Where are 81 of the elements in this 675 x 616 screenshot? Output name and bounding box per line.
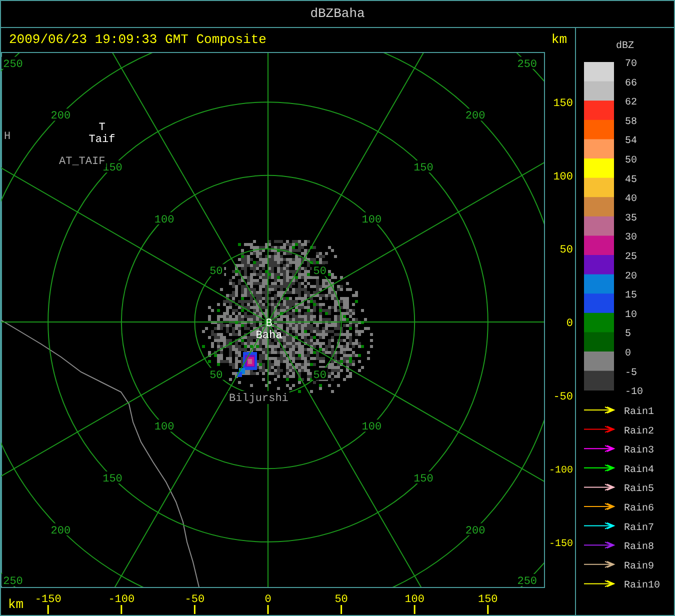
scale-label: -5 [625,368,638,379]
track-label: Rain2 [624,426,654,438]
axis-tick-label: 0 [264,594,272,606]
track-label: Rain6 [624,504,654,514]
site-marker: T [98,122,106,134]
track-label: Rain10 [624,580,660,592]
axis-tick-label: 150 [478,594,498,606]
site-name: Baha [256,330,282,342]
range-label: 100 [362,214,382,226]
range-label: 150 [414,474,434,486]
place-label: H [4,131,11,143]
axis-tick-label: -50 [184,594,205,606]
range-label: 250 [3,58,23,71]
axis-tick-label: 100 [404,594,424,606]
range-label: 200 [465,110,486,123]
scale-label: 58 [625,116,638,128]
scale-label: 10 [625,310,638,321]
track-label: Rain5 [624,484,654,496]
axis-tick [487,605,489,614]
axis-tick-label: 100 [553,171,573,184]
window-title: dBZBaha [310,5,365,24]
track-label: Rain1 [624,407,654,418]
range-label: 50 [210,266,223,278]
range-label: 150 [102,162,122,174]
site-name: Taif [88,134,116,146]
scale-label: 0 [625,348,632,360]
scale-label: 20 [625,271,638,282]
scale-label: 15 [625,290,638,302]
scale-label: 35 [625,213,638,224]
scale-label: 54 [625,136,638,148]
scale-label: 30 [625,232,638,244]
axis-tick-label: 50 [560,244,573,257]
axis-tick-label: -150 [34,594,62,606]
range-label: 50 [313,370,326,382]
range-label: 50 [210,370,223,382]
place-label: Biljurshi [229,393,288,405]
track-label: Rain3 [624,446,654,457]
range-label: 50 [313,266,326,278]
unit-label: km [551,31,567,50]
axis-tick [414,605,416,614]
track-label: Rain8 [624,542,654,554]
timestamp: 2009/06/23 19:09:33 GMT Composite [9,31,266,50]
range-label: 250 [517,58,538,71]
range-label: 150 [102,474,122,486]
axis-tick-label: -50 [553,391,573,404]
scale-label: 50 [625,156,638,166]
scale-label: 70 [625,59,638,70]
range-label: 100 [362,422,382,434]
range-label: 100 [154,214,174,226]
track-label: Rain9 [624,561,654,572]
axis-tick [120,605,122,614]
axis-tick [194,605,196,614]
track-label: Rain7 [624,522,654,534]
scale-label: -10 [625,387,644,398]
track-label: Rain4 [624,464,654,476]
axis-tick-label: 150 [553,98,573,110]
range-label: 200 [465,525,486,538]
axis-tick [47,605,49,614]
place-label: AT_TAIF [59,156,106,168]
axis-tick-label: -100 [548,466,573,477]
axis-tick [340,605,342,614]
range-label: 250 [3,576,23,588]
scale-label: 25 [625,252,638,263]
site-marker: B [266,318,272,330]
scale-label: 40 [625,194,638,206]
legend-title: dBZ [616,41,634,52]
range-label: 200 [50,110,71,123]
scale-label: 62 [625,98,638,109]
axis-unit-label: km [8,597,24,612]
axis-tick-label: -150 [548,538,573,550]
range-label: 150 [414,162,434,174]
scale-label: 66 [625,78,638,90]
range-label: 100 [154,422,174,434]
range-label: 250 [517,576,538,588]
scale-label: 45 [625,174,638,186]
axis-tick-label: -100 [108,594,135,606]
range-label: 200 [50,525,71,538]
axis-tick-label: 50 [334,594,348,606]
scale-label: 5 [625,329,632,340]
axis-tick [267,605,269,614]
axis-tick-label: 0 [566,318,573,330]
